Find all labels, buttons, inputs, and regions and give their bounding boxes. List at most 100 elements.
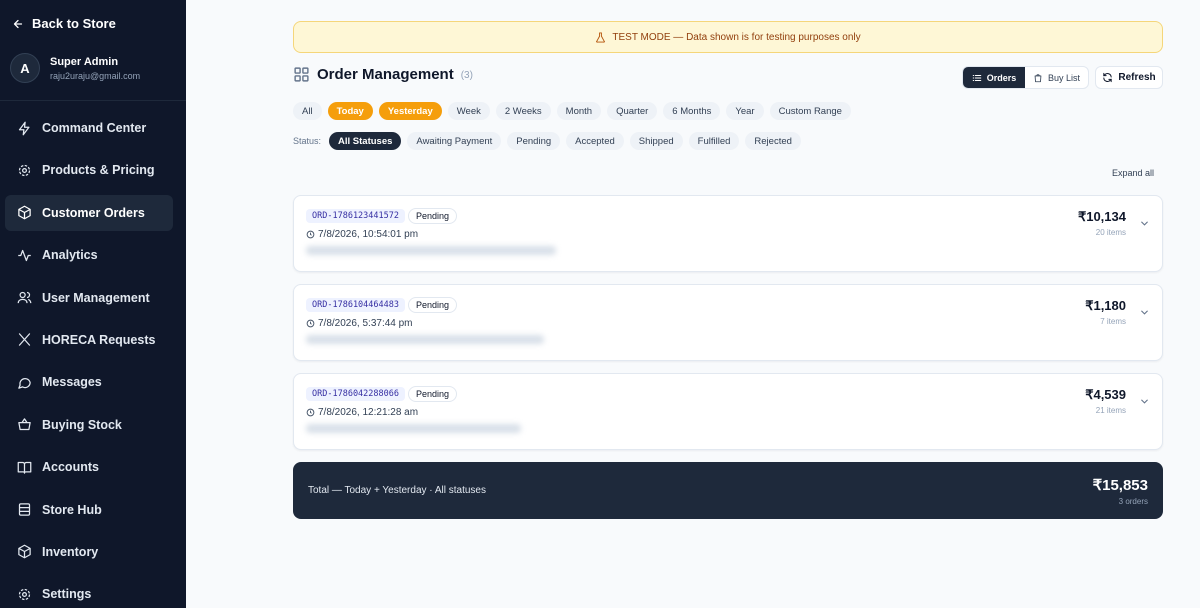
order-item-count: 7 items bbox=[1100, 317, 1126, 326]
order-id: ORD-1786042288066 bbox=[306, 387, 405, 401]
status-chip-accepted[interactable]: Accepted bbox=[566, 132, 624, 150]
orders-total-summary: Total — Today + Yesterday · All statuses… bbox=[293, 462, 1163, 519]
status-chip-fulfilled[interactable]: Fulfilled bbox=[688, 132, 740, 150]
users-icon bbox=[17, 291, 32, 304]
total-order-count: 3 orders bbox=[1118, 497, 1148, 506]
date-range-filters: All Today Yesterday Week 2 Weeks Month Q… bbox=[293, 102, 851, 120]
order-amount: ₹1,180 bbox=[1085, 298, 1126, 313]
back-to-store-label: Back to Store bbox=[32, 16, 116, 31]
sidebar-item-label: Accounts bbox=[42, 460, 99, 475]
refresh-label: Refresh bbox=[1118, 72, 1156, 83]
range-chip-all[interactable]: All bbox=[293, 102, 322, 120]
order-item-count: 21 items bbox=[1095, 406, 1126, 415]
sidebar-item-command-center[interactable]: Command Center bbox=[5, 110, 173, 146]
sidebar-item-label: User Management bbox=[42, 290, 150, 305]
sidebar-item-inventory[interactable]: Inventory bbox=[5, 534, 173, 570]
profile-name: Super Admin bbox=[50, 55, 119, 68]
sidebar-item-label: Settings bbox=[42, 587, 92, 602]
chevron-down-icon[interactable] bbox=[1139, 307, 1150, 318]
range-chip-6-months[interactable]: 6 Months bbox=[663, 102, 721, 120]
order-id: ORD-1786123441572 bbox=[306, 209, 405, 223]
arrow-left-icon bbox=[13, 19, 23, 28]
order-count: (3) bbox=[460, 70, 473, 81]
customer-info-redacted bbox=[306, 335, 544, 344]
sidebar-item-user-management[interactable]: User Management bbox=[5, 280, 173, 316]
refresh-icon bbox=[1103, 72, 1113, 83]
clock-icon bbox=[306, 319, 315, 328]
range-chip-2-weeks[interactable]: 2 Weeks bbox=[495, 102, 551, 120]
sidebar-item-store-hub[interactable]: Store Hub bbox=[5, 492, 173, 528]
range-chip-week[interactable]: Week bbox=[447, 102, 490, 120]
expand-all-button[interactable]: Expand all bbox=[1112, 168, 1154, 178]
sidebar-item-products-pricing[interactable]: Products & Pricing bbox=[5, 152, 173, 188]
customer-info-redacted bbox=[306, 424, 521, 433]
sidebar-item-horeca-requests[interactable]: HORECA Requests bbox=[5, 322, 173, 358]
status-chip-pending[interactable]: Pending bbox=[507, 132, 561, 150]
settings-icon bbox=[18, 588, 31, 600]
sidebar-item-analytics[interactable]: Analytics bbox=[5, 237, 173, 273]
sidebar-item-buying-stock[interactable]: Buying Stock bbox=[5, 407, 173, 443]
sidebar-item-customer-orders[interactable]: Customer Orders bbox=[5, 194, 173, 231]
customer-info-redacted bbox=[306, 246, 556, 255]
sidebar-item-label: HORECA Requests bbox=[42, 332, 156, 347]
sidebar-nav: Command Center Products & Pricing Custom… bbox=[5, 110, 173, 608]
orders-view-button[interactable]: Orders bbox=[963, 67, 1025, 88]
clock-icon bbox=[306, 230, 315, 239]
user-profile: A Super Admin raju2uraju@gmail.com bbox=[10, 53, 140, 83]
order-amount: ₹4,539 bbox=[1085, 387, 1126, 402]
order-amount: ₹10,134 bbox=[1077, 209, 1126, 224]
orders-view-label: Orders bbox=[986, 72, 1017, 83]
clock-icon bbox=[306, 408, 315, 417]
view-toggle: Orders Buy List bbox=[962, 66, 1089, 89]
sidebar-item-label: Store Hub bbox=[42, 502, 102, 517]
sidebar-item-label: Analytics bbox=[42, 248, 98, 263]
package-icon bbox=[18, 205, 31, 220]
order-card[interactable]: ORD-1786042288066 Pending 7/8/2026, 12:2… bbox=[293, 373, 1163, 450]
order-datetime: 7/8/2026, 10:54:01 pm bbox=[318, 229, 419, 240]
order-card[interactable]: ORD-1786123441572 Pending 7/8/2026, 10:5… bbox=[293, 195, 1163, 272]
order-datetime: 7/8/2026, 5:37:44 pm bbox=[318, 318, 413, 329]
sidebar-item-label: Command Center bbox=[42, 121, 147, 135]
sidebar-item-accounts[interactable]: Accounts bbox=[5, 449, 173, 485]
refresh-button[interactable]: Refresh bbox=[1095, 66, 1163, 89]
page-title: Order Management bbox=[317, 66, 454, 83]
flask-icon bbox=[596, 31, 606, 43]
status-chip-all-statuses[interactable]: All Statuses bbox=[329, 132, 402, 150]
store-icon bbox=[18, 503, 31, 516]
range-chip-today[interactable]: Today bbox=[327, 102, 373, 120]
status-chip-shipped[interactable]: Shipped bbox=[629, 132, 683, 150]
order-id: ORD-1786104464483 bbox=[306, 298, 405, 312]
book-icon bbox=[17, 461, 32, 474]
order-item-count: 20 items bbox=[1095, 228, 1126, 237]
sidebar-item-settings[interactable]: Settings bbox=[5, 576, 173, 608]
order-date: 7/8/2026, 5:37:44 pm bbox=[306, 318, 413, 329]
order-date: 7/8/2026, 10:54:01 pm bbox=[306, 229, 418, 240]
status-chip-rejected[interactable]: Rejected bbox=[745, 132, 801, 150]
range-chip-month[interactable]: Month bbox=[556, 102, 602, 120]
status-chip-awaiting-payment[interactable]: Awaiting Payment bbox=[407, 132, 502, 150]
status-badge: Pending bbox=[408, 386, 458, 402]
page-header: Order Management (3) bbox=[293, 66, 473, 83]
sidebar-item-label: Inventory bbox=[42, 544, 99, 559]
box-icon bbox=[18, 545, 31, 559]
order-card[interactable]: ORD-1786104464483 Pending 7/8/2026, 5:37… bbox=[293, 284, 1163, 361]
profile-email: raju2uraju@gmail.com bbox=[50, 70, 141, 81]
sidebar-item-label: Messages bbox=[42, 375, 102, 390]
chevron-down-icon[interactable] bbox=[1139, 218, 1150, 229]
chevron-down-icon[interactable] bbox=[1139, 396, 1150, 407]
range-chip-yesterday[interactable]: Yesterday bbox=[378, 102, 442, 120]
lightning-icon bbox=[18, 121, 30, 135]
activity-icon bbox=[18, 249, 31, 261]
sidebar-item-label: Buying Stock bbox=[42, 417, 122, 432]
back-to-store-link[interactable]: Back to Store bbox=[12, 16, 116, 31]
range-chip-quarter[interactable]: Quarter bbox=[607, 102, 658, 120]
list-icon bbox=[972, 74, 982, 81]
gear-icon bbox=[18, 164, 31, 177]
range-chip-year[interactable]: Year bbox=[726, 102, 764, 120]
sidebar: Back to Store A Super Admin raju2uraju@g… bbox=[0, 0, 186, 608]
buy-list-view-button[interactable]: Buy List bbox=[1025, 67, 1088, 88]
range-chip-custom-range[interactable]: Custom Range bbox=[769, 102, 851, 120]
sidebar-divider bbox=[0, 100, 186, 101]
sidebar-item-messages[interactable]: Messages bbox=[5, 364, 173, 400]
test-mode-text: TEST MODE — Data shown is for testing pu… bbox=[612, 31, 861, 43]
